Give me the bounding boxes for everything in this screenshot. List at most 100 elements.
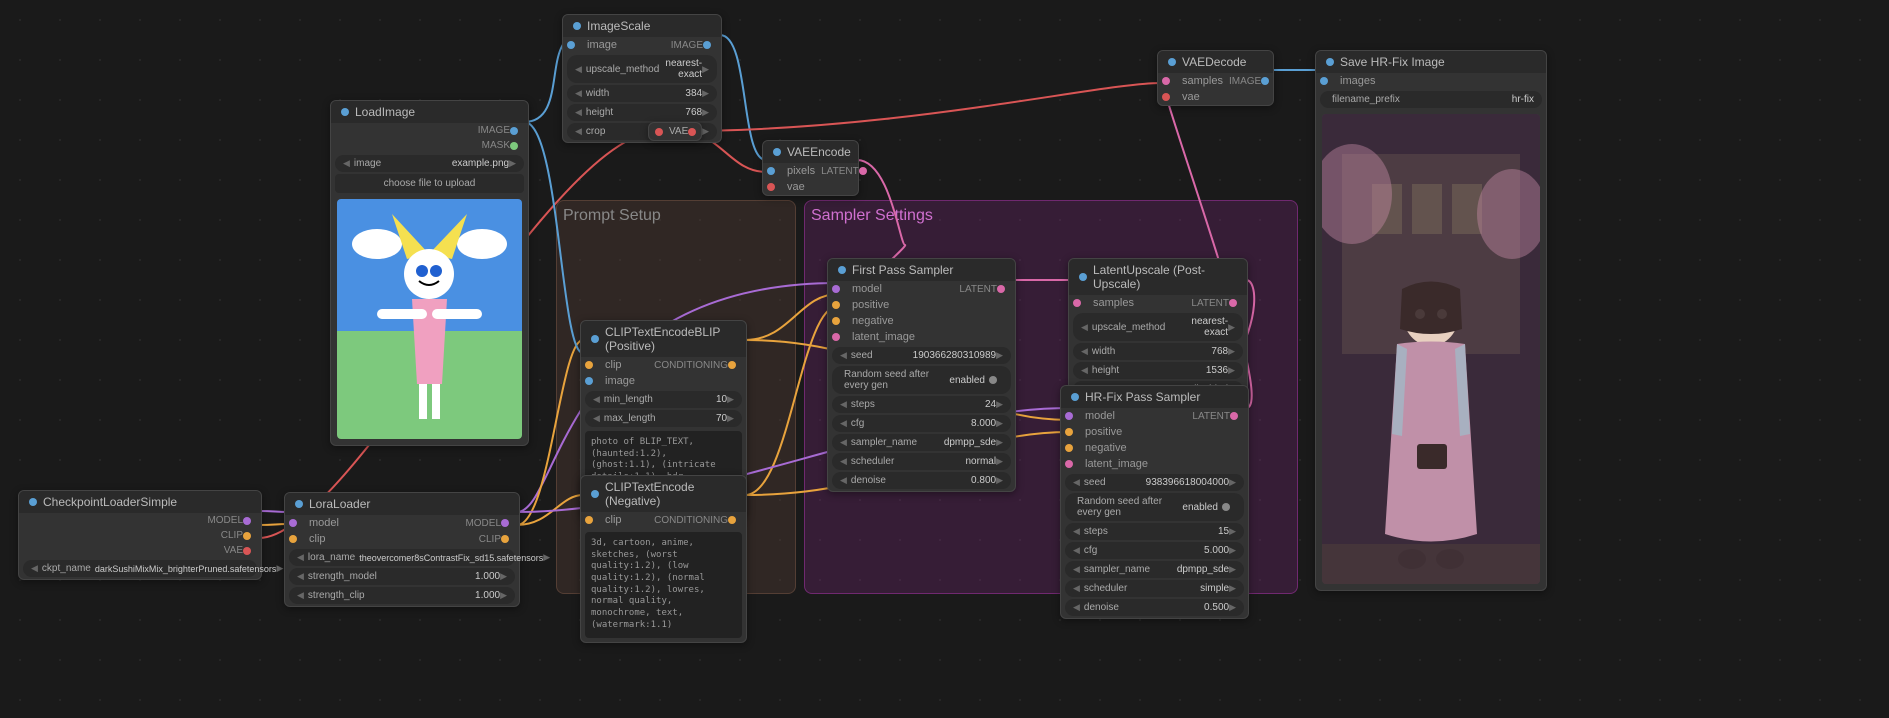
- chevron-right-icon[interactable]: ▶: [509, 158, 516, 169]
- node-title[interactable]: ImageScale: [563, 15, 721, 37]
- node-vae-decode[interactable]: VAEDecode samplesIMAGE vae: [1157, 50, 1274, 106]
- input-vae-socket[interactable]: [1162, 93, 1170, 101]
- node-title[interactable]: LoadImage: [331, 101, 528, 123]
- toggle-icon[interactable]: [989, 376, 997, 384]
- collapse-icon[interactable]: [1168, 58, 1176, 66]
- node-title[interactable]: LoraLoader: [285, 493, 519, 515]
- input-negative-socket[interactable]: [832, 317, 840, 325]
- steps-widget[interactable]: ◀steps15▶: [1065, 523, 1244, 540]
- lora-name-widget[interactable]: ◀lora_nametheovercomer8sContrastFix_sd15…: [289, 549, 515, 566]
- node-save-image[interactable]: Save HR-Fix Image images filename_prefix…: [1315, 50, 1547, 591]
- scheduler-widget[interactable]: ◀schedulersimple▶: [1065, 580, 1244, 597]
- max-length-widget[interactable]: ◀max_length70▶: [585, 410, 742, 427]
- seed-widget[interactable]: ◀seed190366280310989▶: [832, 347, 1011, 364]
- sampler-name-widget[interactable]: ◀sampler_namedpmpp_sde▶: [832, 434, 1011, 451]
- input-latent-socket[interactable]: [832, 333, 840, 341]
- height-widget[interactable]: ◀height1536▶: [1073, 362, 1243, 379]
- input-images-socket[interactable]: [1320, 77, 1328, 85]
- collapse-icon[interactable]: [29, 498, 37, 506]
- input-samples-socket[interactable]: [1162, 77, 1170, 85]
- input-image-socket[interactable]: [567, 41, 575, 49]
- output-mask-socket[interactable]: [510, 142, 518, 150]
- output-image-socket[interactable]: [703, 41, 711, 49]
- sampler-name-widget[interactable]: ◀sampler_namedpmpp_sde▶: [1065, 561, 1244, 578]
- input-model-socket[interactable]: [832, 285, 840, 293]
- height-widget[interactable]: ◀height768▶: [567, 104, 717, 121]
- node-hrfix-sampler[interactable]: HR-Fix Pass Sampler modelLATENT positive…: [1060, 385, 1249, 619]
- upload-button[interactable]: choose file to upload: [335, 174, 524, 193]
- chevron-left-icon[interactable]: ◀: [343, 158, 350, 169]
- collapse-icon[interactable]: [591, 335, 599, 343]
- collapse-icon[interactable]: [773, 148, 781, 156]
- node-title[interactable]: CheckpointLoaderSimple: [19, 491, 261, 513]
- node-title[interactable]: LatentUpscale (Post-Upscale): [1069, 259, 1247, 295]
- input-positive-socket[interactable]: [1065, 428, 1073, 436]
- width-widget[interactable]: ◀width768▶: [1073, 343, 1243, 360]
- output-vae-socket[interactable]: [688, 128, 696, 136]
- strength-clip-widget[interactable]: ◀strength_clip1.000▶: [289, 587, 515, 604]
- input-model-socket[interactable]: [289, 519, 297, 527]
- input-clip-socket[interactable]: [289, 535, 297, 543]
- input-samples-socket[interactable]: [1073, 299, 1081, 307]
- input-vae-socket[interactable]: [767, 183, 775, 191]
- node-vae-encode[interactable]: VAEEncode pixelsLATENT vae: [762, 140, 859, 196]
- output-latent-socket[interactable]: [859, 167, 867, 175]
- cfg-widget[interactable]: ◀cfg5.000▶: [1065, 542, 1244, 559]
- node-lora-loader[interactable]: LoraLoader modelMODEL clipCLIP ◀lora_nam…: [284, 492, 520, 607]
- collapse-icon[interactable]: [1071, 393, 1079, 401]
- node-title[interactable]: First Pass Sampler: [828, 259, 1015, 281]
- node-clip-text-encode-negative[interactable]: CLIPTextEncode (Negative) clipCONDITIONI…: [580, 475, 747, 643]
- input-negative-socket[interactable]: [1065, 444, 1073, 452]
- width-widget[interactable]: ◀width384▶: [567, 85, 717, 102]
- node-title[interactable]: CLIPTextEncodeBLIP (Positive): [581, 321, 746, 357]
- input-image-socket[interactable]: [585, 377, 593, 385]
- output-vae-socket[interactable]: [243, 547, 251, 555]
- min-length-widget[interactable]: ◀min_length10▶: [585, 391, 742, 408]
- negative-prompt-text[interactable]: 3d, cartoon, anime, sketches, (worst qua…: [585, 532, 742, 638]
- node-latent-upscale[interactable]: LatentUpscale (Post-Upscale) samplesLATE…: [1068, 258, 1248, 401]
- input-clip-socket[interactable]: [585, 361, 593, 369]
- node-title[interactable]: VAEDecode: [1158, 51, 1273, 73]
- node-first-pass-sampler[interactable]: First Pass Sampler modelLATENT positive …: [827, 258, 1016, 492]
- collapse-icon[interactable]: [573, 22, 581, 30]
- input-vae-socket[interactable]: [655, 128, 663, 136]
- steps-widget[interactable]: ◀steps24▶: [832, 396, 1011, 413]
- input-model-socket[interactable]: [1065, 412, 1073, 420]
- random-seed-widget[interactable]: Random seed after every genenabled: [1065, 493, 1244, 521]
- input-positive-socket[interactable]: [832, 301, 840, 309]
- node-title[interactable]: Save HR-Fix Image: [1316, 51, 1546, 73]
- node-load-image[interactable]: LoadImage IMAGE MASK ◀imageexample.png▶ …: [330, 100, 529, 446]
- output-latent-socket[interactable]: [1230, 412, 1238, 420]
- output-conditioning-socket[interactable]: [728, 361, 736, 369]
- output-clip-socket[interactable]: [501, 535, 509, 543]
- upscale-method-widget[interactable]: ◀upscale_methodnearest-exact▶: [567, 55, 717, 83]
- seed-widget[interactable]: ◀seed938396618004000▶: [1065, 474, 1244, 491]
- toggle-icon[interactable]: [1222, 503, 1230, 511]
- scheduler-widget[interactable]: ◀schedulernormal▶: [832, 453, 1011, 470]
- output-image-socket[interactable]: [510, 127, 518, 135]
- output-model-socket[interactable]: [243, 517, 251, 525]
- node-vae-reroute[interactable]: VAE: [648, 122, 702, 141]
- collapse-icon[interactable]: [1326, 58, 1334, 66]
- output-clip-socket[interactable]: [243, 532, 251, 540]
- output-latent-socket[interactable]: [1229, 299, 1237, 307]
- output-latent-socket[interactable]: [997, 285, 1005, 293]
- denoise-widget[interactable]: ◀denoise0.800▶: [832, 472, 1011, 489]
- input-clip-socket[interactable]: [585, 516, 593, 524]
- input-latent-socket[interactable]: [1065, 460, 1073, 468]
- collapse-icon[interactable]: [341, 108, 349, 116]
- denoise-widget[interactable]: ◀denoise0.500▶: [1065, 599, 1244, 616]
- node-title[interactable]: VAEEncode: [763, 141, 858, 163]
- collapse-icon[interactable]: [1079, 273, 1087, 281]
- output-image-socket[interactable]: [1261, 77, 1269, 85]
- node-title[interactable]: HR-Fix Pass Sampler: [1061, 386, 1248, 408]
- random-seed-widget[interactable]: Random seed after every genenabled: [832, 366, 1011, 394]
- input-pixels-socket[interactable]: [767, 167, 775, 175]
- image-select-widget[interactable]: ◀imageexample.png▶: [335, 155, 524, 172]
- filename-prefix-widget[interactable]: filename_prefixhr-fix: [1320, 91, 1542, 108]
- strength-model-widget[interactable]: ◀strength_model1.000▶: [289, 568, 515, 585]
- ckpt-name-widget[interactable]: ◀ckpt_namedarkSushiMixMix_brighterPruned…: [23, 560, 257, 577]
- node-checkpoint-loader[interactable]: CheckpointLoaderSimple MODEL CLIP VAE ◀c…: [18, 490, 262, 580]
- collapse-icon[interactable]: [295, 500, 303, 508]
- collapse-icon[interactable]: [838, 266, 846, 274]
